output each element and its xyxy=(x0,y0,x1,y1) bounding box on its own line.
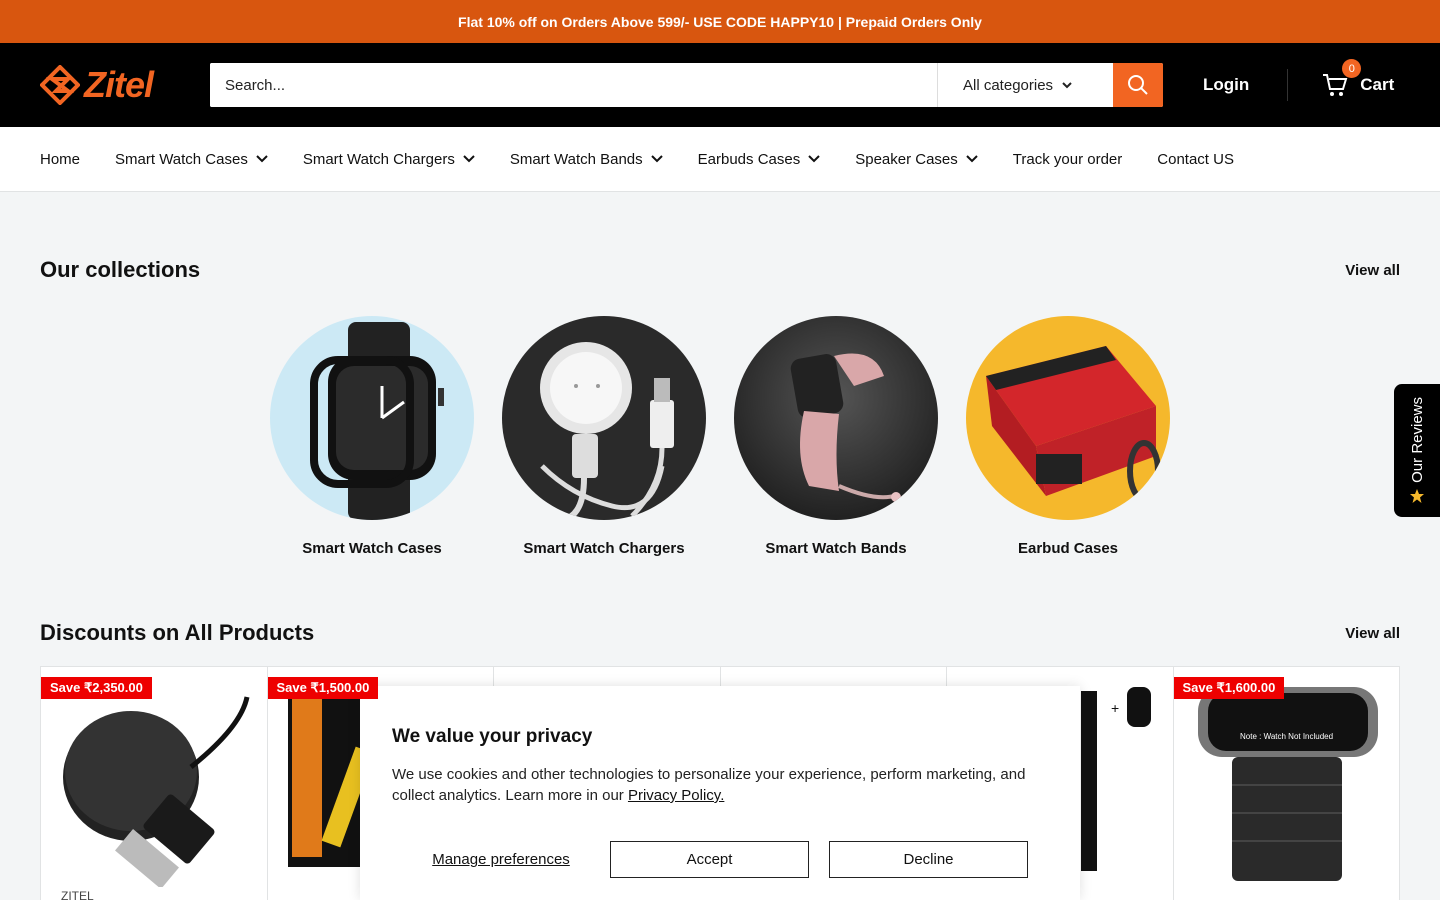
search-icon xyxy=(1128,75,1148,95)
nav-label: Smart Watch Cases xyxy=(115,150,248,168)
discounts-view-all-link[interactable]: View all xyxy=(1345,625,1400,642)
discounts-title: Discounts on All Products xyxy=(40,620,315,645)
category-select[interactable]: All categories xyxy=(937,63,1113,107)
nav-home[interactable]: Home xyxy=(40,151,80,168)
collection-earbud-cases[interactable]: Earbud Cases xyxy=(966,316,1170,557)
search-input[interactable] xyxy=(210,63,937,107)
reviews-tab-label: Our Reviews xyxy=(1408,396,1426,483)
cookie-title: We value your privacy xyxy=(392,726,593,747)
save-badge: Save ₹1,600.00 xyxy=(1173,677,1285,699)
reviews-tab[interactable]: Our Reviews xyxy=(1394,384,1440,517)
nav-smart-watch-bands[interactable]: Smart Watch Bands xyxy=(510,151,663,168)
collections-view-all-link[interactable]: View all xyxy=(1345,262,1400,279)
collections-header: Our collections View all xyxy=(0,257,1440,283)
cart-count-badge: 0 xyxy=(1342,59,1362,78)
collection-image xyxy=(502,316,706,520)
logo-text: Zitel xyxy=(84,64,154,105)
collection-image xyxy=(270,316,474,520)
watch-case-image xyxy=(310,322,444,520)
header-divider xyxy=(1287,69,1289,101)
discounts-header: Discounts on All Products View all xyxy=(0,620,1440,646)
logo[interactable]: Zitel xyxy=(40,63,170,107)
nav-label: Contact US xyxy=(1157,150,1234,168)
chevron-down-icon xyxy=(966,155,978,163)
earbud-case-image xyxy=(986,346,1161,502)
product-card[interactable]: Save ₹1,600.00 Note : Watch Not Included xyxy=(1173,667,1400,900)
cookie-body: We use cookies and other technologies to… xyxy=(392,764,1048,806)
cart-link[interactable]: 0 Cart xyxy=(1322,59,1395,97)
announcement-bar: Flat 10% off on Orders Above 599/- USE C… xyxy=(0,0,1440,43)
collection-smart-watch-cases[interactable]: Smart Watch Cases xyxy=(270,316,474,557)
nav-earbuds-cases[interactable]: Earbuds Cases xyxy=(698,151,821,168)
nav-label: Home xyxy=(40,150,81,168)
star-icon xyxy=(1410,489,1424,504)
nav-track-order[interactable]: Track your order xyxy=(1013,151,1122,168)
save-badge: Save ₹1,500.00 xyxy=(267,677,379,699)
manage-preferences-link[interactable]: Manage preferences xyxy=(392,851,610,868)
login-link[interactable]: Login xyxy=(1203,75,1249,95)
nav-label: Earbuds Cases xyxy=(697,150,801,168)
chevron-down-icon xyxy=(256,155,268,163)
chevron-down-icon xyxy=(1062,82,1072,89)
cart-label: Cart xyxy=(1360,75,1395,94)
announcement-text: Flat 10% off on Orders Above 599/- USE C… xyxy=(458,13,982,30)
nav-label: Smart Watch Chargers xyxy=(302,150,455,168)
cookie-banner: We value your privacy We use cookies and… xyxy=(360,686,1080,900)
product-brand: ZITEL xyxy=(61,889,94,900)
nav-speaker-cases[interactable]: Speaker Cases xyxy=(855,151,978,168)
collections-list: Smart Watch Cases Smart Watch Chargers S… xyxy=(0,316,1440,557)
chevron-down-icon xyxy=(463,155,475,163)
decline-button[interactable]: Decline xyxy=(829,841,1028,878)
collection-image xyxy=(734,316,938,520)
nav-label: Speaker Cases xyxy=(855,150,958,168)
product-image: Note : Watch Not Included xyxy=(1197,687,1378,881)
main-nav: Home Smart Watch Cases Smart Watch Charg… xyxy=(0,127,1440,192)
collection-label: Smart Watch Chargers xyxy=(523,540,685,557)
nav-smart-watch-chargers[interactable]: Smart Watch Chargers xyxy=(303,151,475,168)
cart-icon xyxy=(1323,74,1348,96)
nav-label: Track your order xyxy=(1012,150,1123,168)
zitel-logo-icon xyxy=(40,65,80,105)
collections-title: Our collections xyxy=(40,257,201,282)
collection-smart-watch-bands[interactable]: Smart Watch Bands xyxy=(734,316,938,557)
collection-label: Smart Watch Cases xyxy=(302,540,442,557)
collection-label: Earbud Cases xyxy=(1017,540,1119,557)
nav-smart-watch-cases[interactable]: Smart Watch Cases xyxy=(115,151,268,168)
save-badge: Save ₹2,350.00 xyxy=(41,677,152,699)
collection-label: Smart Watch Bands xyxy=(765,540,907,557)
collection-image xyxy=(966,316,1170,520)
cookie-actions: Manage preferences Accept Decline xyxy=(392,841,1048,878)
watch-note-text: Note : Watch Not Included xyxy=(1240,732,1333,741)
search-button[interactable] xyxy=(1113,63,1163,107)
site-header: Zitel All categories Login 0 Cart xyxy=(0,43,1440,127)
nav-label: Smart Watch Bands xyxy=(509,150,643,168)
accept-button[interactable]: Accept xyxy=(610,841,809,878)
product-card[interactable]: Save ₹2,350.00 ZITEL xyxy=(41,667,268,900)
charger-image xyxy=(540,342,674,520)
category-selected: All categories xyxy=(963,76,1054,94)
watch-band-image xyxy=(790,353,901,502)
privacy-policy-link[interactable]: Privacy Policy. xyxy=(628,787,724,804)
svg-text:+: + xyxy=(1111,700,1119,716)
chevron-down-icon xyxy=(808,155,820,163)
nav-contact-us[interactable]: Contact US xyxy=(1157,151,1234,168)
collection-smart-watch-chargers[interactable]: Smart Watch Chargers xyxy=(502,316,706,557)
chevron-down-icon xyxy=(650,155,663,163)
search-bar: All categories xyxy=(210,63,1163,107)
product-image xyxy=(63,696,250,890)
